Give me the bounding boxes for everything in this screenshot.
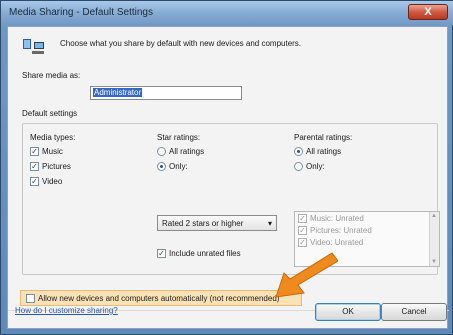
cancel-button[interactable]: Cancel [381, 303, 447, 321]
star-rating-dropdown-value: Rated 2 stars or higher [162, 218, 244, 228]
checkbox-checked-icon: ✓ [30, 147, 39, 156]
allow-new-devices-label: Allow new devices and computers automati… [38, 293, 280, 303]
radio-unselected-icon [157, 147, 166, 156]
music-label: Music [42, 147, 63, 156]
help-link[interactable]: How do I customize sharing? [15, 306, 118, 315]
include-unrated-checkbox[interactable]: ✓ Include unrated files [157, 249, 241, 258]
list-item-label: Video: Unrated [310, 237, 364, 247]
allow-new-devices-checkbox[interactable]: Allow new devices and computers automati… [20, 290, 302, 306]
radio-selected-icon [157, 162, 166, 171]
music-checkbox[interactable]: ✓ Music [30, 147, 63, 156]
list-item: ✓ Music: Unrated [295, 212, 439, 224]
window-title: Media Sharing - Default Settings [9, 7, 153, 18]
video-label: Video [42, 177, 63, 186]
star-only-label: Only: [169, 162, 188, 171]
close-icon: X [424, 6, 432, 18]
checkbox-checked-icon: ✓ [298, 213, 307, 223]
pointer-arrow-icon [275, 252, 338, 298]
list-item: ✓ Video: Unrated [295, 236, 439, 248]
star-ratings-label: Star ratings: [157, 133, 201, 142]
parental-ratings-label: Parental ratings: [294, 133, 353, 142]
star-only-radio[interactable]: Only: [157, 162, 188, 171]
star-rating-dropdown[interactable]: Rated 2 stars or higher ▾ [157, 215, 277, 231]
star-all-ratings-radio[interactable]: All ratings [157, 147, 204, 156]
dialog-window: Media Sharing - Default Settings X Choos… [0, 0, 453, 335]
parental-all-ratings-label: All ratings [306, 147, 342, 156]
checkbox-checked-icon: ✓ [30, 162, 39, 171]
include-unrated-label: Include unrated files [169, 249, 241, 258]
dropdown-arrow-icon: ▾ [267, 218, 272, 228]
close-button[interactable]: X [408, 4, 448, 20]
title-bar[interactable]: Media Sharing - Default Settings X [1, 1, 453, 25]
radio-unselected-icon [294, 162, 303, 171]
scroll-down-icon[interactable]: ▼ [431, 259, 437, 265]
header-description: Choose what you share by default with ne… [60, 39, 302, 48]
share-name-value: Administrator [93, 88, 143, 97]
media-sharing-icon [23, 39, 44, 54]
list-item-label: Music: Unrated [310, 213, 364, 223]
list-item: ✓ Pictures: Unrated [295, 224, 439, 236]
radio-selected-icon [294, 147, 303, 156]
parental-only-label: Only: [306, 162, 325, 171]
checkbox-unchecked-icon [26, 293, 35, 303]
pictures-label: Pictures [42, 162, 71, 171]
share-name-input[interactable]: Administrator [90, 86, 242, 100]
list-scrollbar[interactable]: ▲ ▼ [429, 212, 439, 266]
checkbox-checked-icon: ✓ [298, 237, 307, 247]
list-item-label: Pictures: Unrated [310, 225, 372, 235]
scroll-up-icon[interactable]: ▲ [431, 213, 437, 219]
checkbox-checked-icon: ✓ [157, 249, 166, 258]
parental-only-radio[interactable]: Only: [294, 162, 325, 171]
checkbox-checked-icon: ✓ [30, 177, 39, 186]
share-media-label: Share media as: [22, 71, 81, 80]
checkbox-checked-icon: ✓ [298, 225, 307, 235]
default-settings-label: Default settings [22, 109, 78, 118]
media-types-label: Media types: [30, 133, 76, 142]
pictures-checkbox[interactable]: ✓ Pictures [30, 162, 71, 171]
ok-button[interactable]: OK [315, 303, 381, 321]
star-all-ratings-label: All ratings [169, 147, 205, 156]
video-checkbox[interactable]: ✓ Video [30, 177, 62, 186]
parental-all-ratings-radio[interactable]: All ratings [294, 147, 341, 156]
dialog-client: Choose what you share by default with ne… [7, 26, 449, 329]
